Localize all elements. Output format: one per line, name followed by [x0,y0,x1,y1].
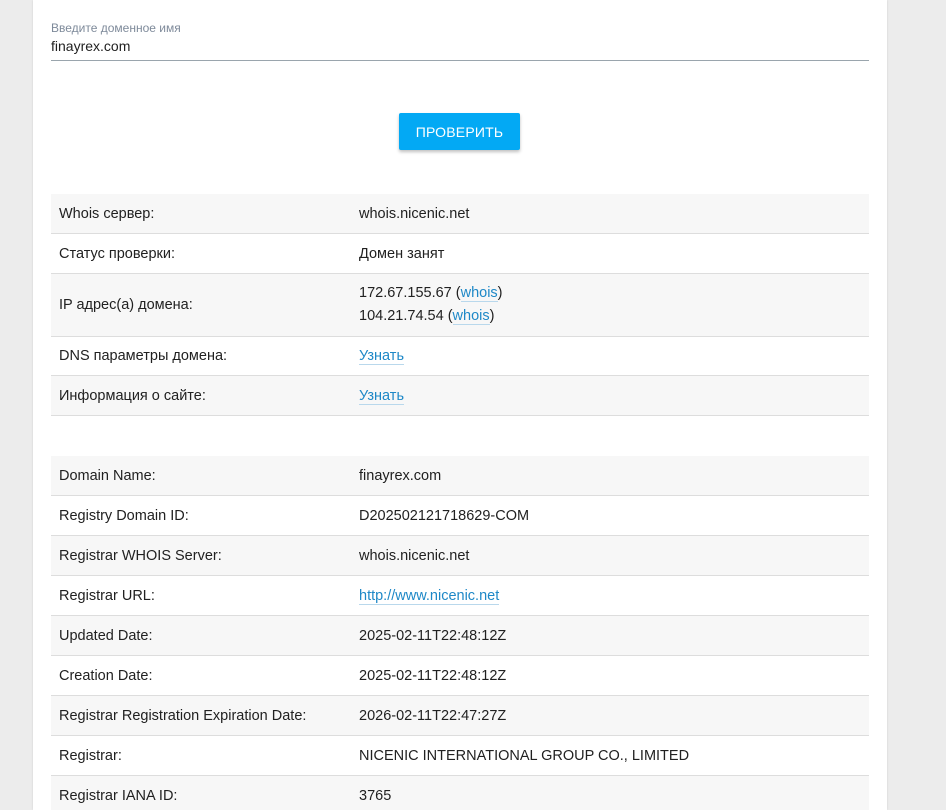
table-row: Статус проверки: Домен занят [51,233,869,274]
registrar-whois-server-value: whois.nicenic.net [351,535,869,576]
registrar-whois-server-label: Registrar WHOIS Server: [51,535,351,576]
ip-whois-link[interactable]: whois [460,285,498,302]
domain-name-value: finayrex.com [351,456,869,496]
table-row: Registrar WHOIS Server: whois.nicenic.ne… [51,535,869,576]
ip-list: 172.67.155.67 (whois) 104.21.74.54 (whoi… [351,273,869,337]
creation-date-label: Creation Date: [51,655,351,696]
ip-entry: 172.67.155.67 (whois) [359,285,503,302]
whois-server-value: whois.nicenic.net [351,194,869,234]
dns-label: DNS параметры домена: [51,336,351,376]
domain-field: Введите доменное имя [51,20,869,61]
table-row: Registrar IANA ID: 3765 [51,775,869,810]
whois-table: Domain Name: finayrex.com Registry Domai… [51,456,869,810]
table-row: Registry Domain ID: D202502121718629-COM [51,495,869,536]
site-info-link[interactable]: Узнать [359,387,404,405]
registrar-url-label: Registrar URL: [51,575,351,616]
whois-card: Введите доменное имя ПРОВЕРИТЬ Whois сер… [33,0,887,810]
expiration-date-value: 2026-02-11T22:47:27Z [351,695,869,736]
updated-date-value: 2025-02-11T22:48:12Z [351,615,869,656]
ip-address: 172.67.155.67 [359,285,452,301]
table-row: Registrar Registration Expiration Date: … [51,695,869,736]
registrar-label: Registrar: [51,735,351,776]
table-row: Registrar: NICENIC INTERNATIONAL GROUP C… [51,735,869,776]
summary-table: Whois сервер: whois.nicenic.net Статус п… [51,194,869,416]
ip-address: 104.21.74.54 [359,308,444,324]
registrar-iana-id-label: Registrar IANA ID: [51,775,351,810]
registry-domain-id-label: Registry Domain ID: [51,495,351,536]
table-row: IP адрес(а) домена: 172.67.155.67 (whois… [51,273,869,337]
table-row: Whois сервер: whois.nicenic.net [51,194,869,234]
domain-name-label: Domain Name: [51,456,351,496]
creation-date-value: 2025-02-11T22:48:12Z [351,655,869,696]
registrar-iana-id-value: 3765 [351,775,869,810]
site-info-label: Информация о сайте: [51,375,351,416]
ip-label: IP адрес(а) домена: [51,273,351,337]
updated-date-label: Updated Date: [51,615,351,656]
status-label: Статус проверки: [51,233,351,274]
domain-input[interactable] [51,38,869,61]
domain-field-label: Введите доменное имя [51,21,181,35]
whois-server-label: Whois сервер: [51,194,351,234]
status-value: Домен занят [351,233,869,274]
expiration-date-label: Registrar Registration Expiration Date: [51,695,351,736]
ip-whois-link[interactable]: whois [452,308,490,325]
ip-entry: 104.21.74.54 (whois) [359,308,495,325]
table-row: DNS параметры домена: Узнать [51,336,869,376]
table-row: Информация о сайте: Узнать [51,375,869,416]
registrar-value: NICENIC INTERNATIONAL GROUP CO., LIMITED [351,735,869,776]
registry-domain-id-value: D202502121718629-COM [351,495,869,536]
table-row: Updated Date: 2025-02-11T22:48:12Z [51,615,869,656]
table-row: Registrar URL: http://www.nicenic.net [51,575,869,616]
registrar-url-link[interactable]: http://www.nicenic.net [359,587,500,605]
table-row: Creation Date: 2025-02-11T22:48:12Z [51,655,869,696]
dns-link[interactable]: Узнать [359,348,404,365]
table-row: Domain Name: finayrex.com [51,456,869,496]
check-button[interactable]: ПРОВЕРИТЬ [399,113,520,150]
